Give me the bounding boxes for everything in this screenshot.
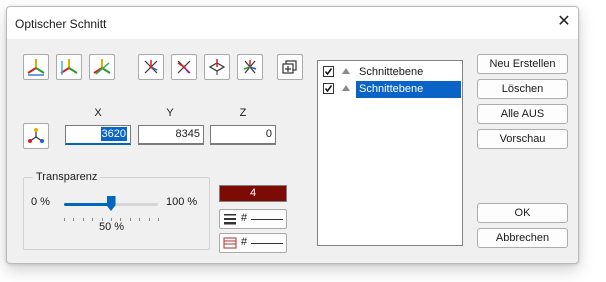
pick-origin-icon — [28, 128, 44, 143]
section-xy-button[interactable] — [138, 54, 164, 80]
z-label: Z — [239, 107, 247, 119]
section-plane-icon — [208, 59, 226, 75]
slider-tick — [139, 218, 141, 221]
section-yz-button[interactable] — [171, 54, 197, 80]
axes-yz-icon — [60, 59, 78, 75]
line-weight-icon — [224, 214, 236, 225]
hatch-symbol: # — [241, 236, 248, 248]
color-index: 4 — [249, 187, 257, 199]
transparency-value-label: 50 % — [99, 221, 125, 233]
plane-visible-checkbox[interactable] — [323, 66, 334, 77]
plane-label-selected: Schnittebene — [356, 81, 461, 98]
section-xy-icon — [144, 60, 158, 74]
x-label: X — [94, 107, 102, 119]
delete-button[interactable]: Löschen — [477, 79, 568, 99]
checkmark-icon — [324, 85, 333, 93]
section-plane-button[interactable] — [204, 54, 230, 80]
title-bar: Optischer Schnitt ✕ — [7, 7, 578, 39]
list-item[interactable]: Schnittebene — [320, 81, 461, 98]
transparency-max-label: 100 % — [166, 196, 198, 208]
y-label: Y — [166, 107, 174, 119]
optischer-schnitt-dialog: Optischer Schnitt ✕ X Y Z 3620 8345 0 Tr… — [6, 6, 579, 264]
hatch-icon — [223, 237, 237, 249]
x-coordinate-input[interactable]: 3620 — [65, 125, 131, 145]
section-box-icon — [282, 60, 297, 74]
view-axes-xz-button[interactable] — [89, 54, 115, 80]
slider-tick — [158, 218, 159, 221]
axes-xz-icon — [93, 59, 111, 75]
transparency-min-label: 0 % — [31, 196, 50, 208]
slider-tick — [64, 218, 65, 221]
z-coordinate-value: 0 — [265, 128, 272, 140]
section-rotate-button[interactable] — [237, 54, 263, 80]
hatch-button[interactable]: # — [219, 233, 287, 253]
cancel-button[interactable]: Abbrechen — [477, 228, 568, 248]
axes-xy-icon — [27, 59, 45, 76]
slider-tick — [92, 218, 94, 221]
transparency-title: Transparenz — [33, 171, 101, 183]
x-coordinate-value: 3620 — [100, 127, 127, 141]
slider-tick — [148, 218, 150, 221]
checkmark-icon — [324, 68, 333, 76]
list-item[interactable]: Schnittebene — [320, 64, 460, 81]
line-type-symbol: # — [241, 212, 248, 224]
all-off-button[interactable]: Alle AUS — [477, 104, 568, 124]
plane-marker-icon — [342, 85, 350, 91]
line-type-button[interactable]: # — [219, 209, 287, 229]
slider-fill — [64, 203, 111, 206]
view-axes-yz-button[interactable] — [56, 54, 82, 80]
transparency-group — [23, 177, 210, 250]
section-plane-list[interactable]: Schnittebene Schnittebene — [317, 60, 463, 246]
close-icon[interactable]: ✕ — [555, 13, 573, 31]
pick-point-button[interactable] — [23, 123, 49, 149]
hatch-sample — [251, 243, 283, 244]
plane-label: Schnittebene — [359, 66, 424, 78]
plane-marker-icon — [342, 68, 350, 74]
new-button[interactable]: Neu Erstellen — [477, 54, 568, 74]
z-coordinate-input[interactable]: 0 — [210, 125, 276, 145]
line-type-sample — [251, 219, 283, 220]
y-coordinate-input[interactable]: 8345 — [138, 125, 204, 145]
window-title: Optischer Schnitt — [15, 17, 107, 31]
view-axes-xy-button[interactable] — [23, 54, 49, 80]
section-box-button[interactable] — [277, 54, 303, 80]
ok-button[interactable]: OK — [477, 203, 568, 223]
preview-button[interactable]: Vorschau — [477, 129, 568, 149]
section-yz-icon — [177, 60, 191, 74]
color-swatch[interactable]: 4 — [219, 185, 287, 202]
slider-tick — [129, 218, 131, 221]
slider-tick — [82, 218, 84, 221]
y-coordinate-value: 8345 — [175, 128, 200, 140]
slider-tick — [73, 218, 75, 221]
plane-visible-checkbox[interactable] — [323, 83, 334, 94]
section-rotate-icon — [243, 60, 257, 74]
